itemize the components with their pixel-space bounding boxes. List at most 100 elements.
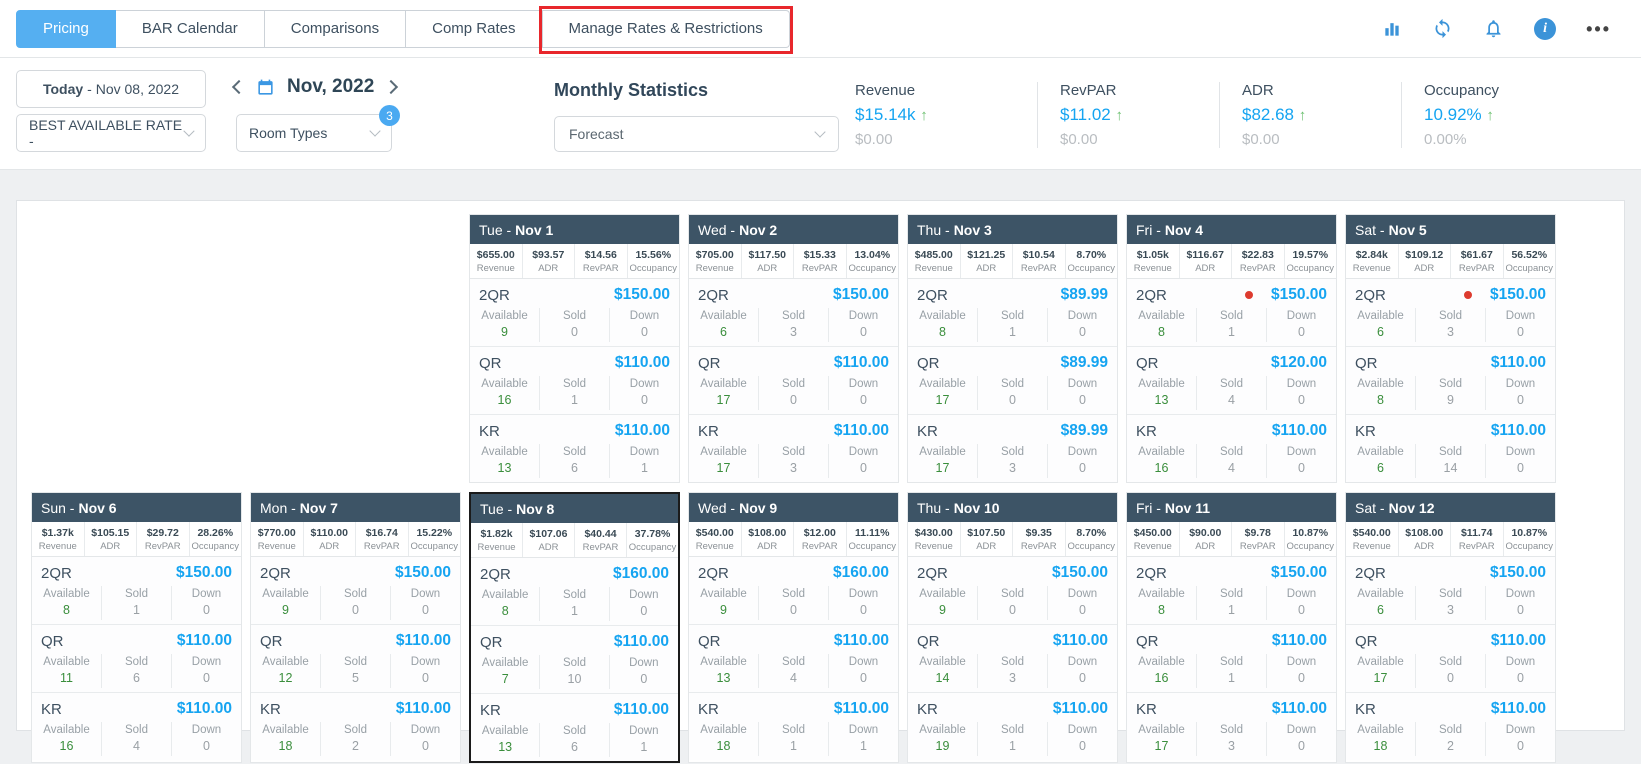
room-rate[interactable]: $150.00 xyxy=(833,286,889,304)
bar-chart-icon[interactable] xyxy=(1382,19,1402,39)
room-row-qr[interactable]: QR$110.00Available16Sold1Down0 xyxy=(1127,624,1336,692)
room-row-2qr[interactable]: 2QR$160.00Available9Sold0Down0 xyxy=(689,557,898,624)
room-rate[interactable]: $110.00 xyxy=(177,632,232,650)
room-row-2qr[interactable]: 2QR$150.00Available6Sold3Down0 xyxy=(1346,279,1555,346)
room-row-2qr[interactable]: 2QR$150.00Available8Sold1Down0 xyxy=(1127,279,1336,346)
room-row-kr[interactable]: KR$110.00Available18Sold2Down0 xyxy=(251,692,460,760)
room-rate[interactable]: $110.00 xyxy=(834,700,889,718)
room-row-qr[interactable]: QR$110.00Available16Sold1Down0 xyxy=(470,346,679,414)
ellipsis-icon[interactable]: ••• xyxy=(1586,24,1611,34)
day-cell-nov-5[interactable]: Sat - Nov 5$2.84kRevenue$109.12ADR$61.67… xyxy=(1345,214,1556,483)
room-rate[interactable]: $89.99 xyxy=(1061,354,1108,372)
day-cell-nov-1[interactable]: Tue - Nov 1$655.00Revenue$93.57ADR$14.56… xyxy=(469,214,680,483)
tab-comp-rates[interactable]: Comp Rates xyxy=(406,10,542,48)
rate-plan-dropdown[interactable]: BEST AVAILABLE RATE - xyxy=(16,114,206,152)
room-rate[interactable]: $110.00 xyxy=(834,632,889,650)
day-cell-nov-11[interactable]: Fri - Nov 11$450.00Revenue$90.00ADR$9.78… xyxy=(1126,492,1337,763)
room-rate[interactable]: $150.00 xyxy=(1490,564,1546,582)
room-row-2qr[interactable]: 2QR$150.00Available6Sold3Down0 xyxy=(689,279,898,346)
room-row-kr[interactable]: KR$110.00Available16Sold4Down0 xyxy=(32,692,241,760)
day-cell-nov-10[interactable]: Thu - Nov 10$430.00Revenue$107.50ADR$9.3… xyxy=(907,492,1118,763)
room-rate[interactable]: $150.00 xyxy=(1271,286,1327,304)
room-row-2qr[interactable]: 2QR$150.00Available6Sold3Down0 xyxy=(1346,557,1555,624)
room-row-2qr[interactable]: 2QR$150.00Available9Sold0Down0 xyxy=(251,557,460,624)
room-rate[interactable]: $110.00 xyxy=(177,700,232,718)
room-row-kr[interactable]: KR$110.00Available19Sold1Down0 xyxy=(908,692,1117,760)
room-rate[interactable]: $110.00 xyxy=(834,354,889,372)
tab-comparisons[interactable]: Comparisons xyxy=(265,10,406,48)
room-row-2qr[interactable]: 2QR$89.99Available8Sold1Down0 xyxy=(908,279,1117,346)
room-row-kr[interactable]: KR$110.00Available17Sold3Down0 xyxy=(1127,692,1336,760)
day-cell-nov-4[interactable]: Fri - Nov 4$1.05kRevenue$116.67ADR$22.83… xyxy=(1126,214,1337,483)
room-row-qr[interactable]: QR$110.00Available17Sold0Down0 xyxy=(1346,624,1555,692)
room-rate[interactable]: $150.00 xyxy=(614,286,670,304)
day-cell-nov-6[interactable]: Sun - Nov 6$1.37kRevenue$105.15ADR$29.72… xyxy=(31,492,242,763)
room-row-2qr[interactable]: 2QR$150.00Available8Sold1Down0 xyxy=(32,557,241,624)
room-row-kr[interactable]: KR$89.99Available17Sold3Down0 xyxy=(908,414,1117,482)
room-row-qr[interactable]: QR$110.00Available12Sold5Down0 xyxy=(251,624,460,692)
room-row-kr[interactable]: KR$110.00Available17Sold3Down0 xyxy=(689,414,898,482)
day-cell-nov-7[interactable]: Mon - Nov 7$770.00Revenue$110.00ADR$16.7… xyxy=(250,492,461,763)
day-cell-nov-8[interactable]: Tue - Nov 8$1.82kRevenue$107.06ADR$40.44… xyxy=(469,492,680,763)
room-rate[interactable]: $110.00 xyxy=(1053,632,1108,650)
room-rate[interactable]: $110.00 xyxy=(1272,632,1327,650)
room-rate[interactable]: $160.00 xyxy=(613,565,669,583)
day-cell-nov-3[interactable]: Thu - Nov 3$485.00Revenue$121.25ADR$10.5… xyxy=(907,214,1118,483)
room-rate[interactable]: $89.99 xyxy=(1061,422,1108,440)
room-row-qr[interactable]: QR$110.00Available13Sold4Down0 xyxy=(689,624,898,692)
room-rate[interactable]: $150.00 xyxy=(1052,564,1108,582)
room-row-qr[interactable]: QR$110.00Available17Sold0Down0 xyxy=(689,346,898,414)
room-row-2qr[interactable]: 2QR$150.00Available9Sold0Down0 xyxy=(908,557,1117,624)
room-rate[interactable]: $110.00 xyxy=(834,422,889,440)
room-rate[interactable]: $150.00 xyxy=(395,564,451,582)
room-row-kr[interactable]: KR$110.00Available13Sold6Down1 xyxy=(471,693,678,761)
room-row-2qr[interactable]: 2QR$160.00Available8Sold1Down0 xyxy=(471,558,678,625)
room-types-dropdown[interactable]: Room Types 3 xyxy=(236,114,392,152)
room-rate[interactable]: $160.00 xyxy=(833,564,889,582)
room-row-qr[interactable]: QR$89.99Available17Sold0Down0 xyxy=(908,346,1117,414)
room-row-kr[interactable]: KR$110.00Available13Sold6Down1 xyxy=(470,414,679,482)
room-rate[interactable]: $150.00 xyxy=(176,564,232,582)
room-rate[interactable]: $150.00 xyxy=(1271,564,1327,582)
today-button[interactable]: Today - Nov 08, 2022 xyxy=(16,70,206,108)
day-cell-nov-12[interactable]: Sat - Nov 12$540.00Revenue$108.00ADR$11.… xyxy=(1345,492,1556,763)
next-month-icon[interactable] xyxy=(384,80,398,94)
room-row-qr[interactable]: QR$110.00Available14Sold3Down0 xyxy=(908,624,1117,692)
info-icon[interactable]: i xyxy=(1534,18,1556,40)
room-rate[interactable]: $89.99 xyxy=(1061,286,1108,304)
tab-bar-calendar[interactable]: BAR Calendar xyxy=(116,10,265,48)
room-rate[interactable]: $110.00 xyxy=(1491,700,1546,718)
room-row-qr[interactable]: QR$110.00Available11Sold6Down0 xyxy=(32,624,241,692)
day-cell-nov-9[interactable]: Wed - Nov 9$540.00Revenue$108.00ADR$12.0… xyxy=(688,492,899,763)
room-row-qr[interactable]: QR$110.00Available7Sold10Down0 xyxy=(471,625,678,693)
room-row-2qr[interactable]: 2QR$150.00Available9Sold0Down0 xyxy=(470,279,679,346)
room-rate[interactable]: $110.00 xyxy=(396,700,451,718)
room-row-2qr[interactable]: 2QR$150.00Available8Sold1Down0 xyxy=(1127,557,1336,624)
tab-pricing[interactable]: Pricing xyxy=(16,10,116,48)
sync-icon[interactable] xyxy=(1432,18,1453,39)
room-rate[interactable]: $110.00 xyxy=(1272,700,1327,718)
room-rate[interactable]: $110.00 xyxy=(614,633,669,651)
tab-manage-rates-restrictions[interactable]: Manage Rates & Restrictions xyxy=(543,10,790,48)
room-row-kr[interactable]: KR$110.00Available18Sold1Down1 xyxy=(689,692,898,760)
bell-icon[interactable] xyxy=(1483,18,1504,39)
room-rate[interactable]: $110.00 xyxy=(1491,632,1546,650)
room-row-kr[interactable]: KR$110.00Available18Sold2Down0 xyxy=(1346,692,1555,760)
room-row-kr[interactable]: KR$110.00Available6Sold14Down0 xyxy=(1346,414,1555,482)
forecast-dropdown[interactable]: Forecast xyxy=(554,116,839,152)
room-rate[interactable]: $110.00 xyxy=(1272,422,1327,440)
day-cell-nov-2[interactable]: Wed - Nov 2$705.00Revenue$117.50ADR$15.3… xyxy=(688,214,899,483)
room-row-qr[interactable]: QR$110.00Available8Sold9Down0 xyxy=(1346,346,1555,414)
room-rate[interactable]: $110.00 xyxy=(1491,354,1546,372)
room-rate[interactable]: $110.00 xyxy=(615,354,670,372)
room-rate[interactable]: $150.00 xyxy=(1490,286,1546,304)
room-rate[interactable]: $110.00 xyxy=(396,632,451,650)
room-rate[interactable]: $120.00 xyxy=(1271,354,1327,372)
room-rate[interactable]: $110.00 xyxy=(614,701,669,719)
room-rate[interactable]: $110.00 xyxy=(615,422,670,440)
room-row-qr[interactable]: QR$120.00Available13Sold4Down0 xyxy=(1127,346,1336,414)
prev-month-icon[interactable] xyxy=(232,80,246,94)
room-row-kr[interactable]: KR$110.00Available16Sold4Down0 xyxy=(1127,414,1336,482)
room-rate[interactable]: $110.00 xyxy=(1053,700,1108,718)
room-rate[interactable]: $110.00 xyxy=(1491,422,1546,440)
